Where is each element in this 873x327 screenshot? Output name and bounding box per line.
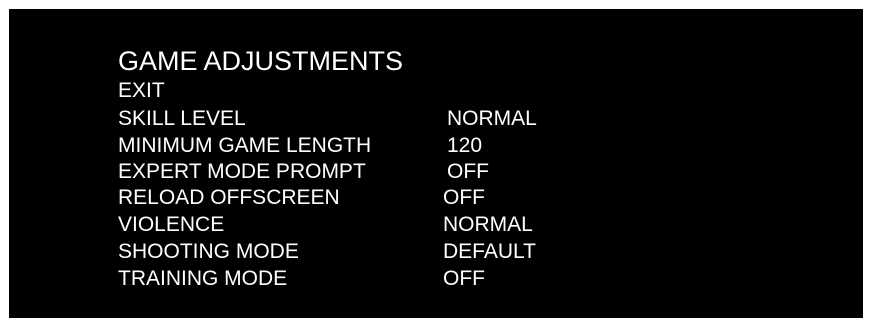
menu-item-skill-level[interactable]: SKILL LEVEL NORMAL [9, 106, 863, 131]
menu-item-value: DEFAULT [443, 240, 536, 263]
menu-item-value: OFF [447, 160, 489, 183]
menu-item-exit[interactable]: EXIT [9, 78, 863, 103]
menu-item-label: EXIT [118, 79, 165, 102]
menu-title: GAME ADJUSTMENTS [118, 46, 404, 76]
menu-item-label: EXPERT MODE PROMPT [118, 160, 366, 183]
menu-item-violence[interactable]: VIOLENCE NORMAL [9, 212, 863, 237]
menu-item-label: VIOLENCE [118, 213, 225, 236]
menu-item-reload-offscreen[interactable]: RELOAD OFFSCREEN OFF [9, 185, 863, 210]
menu-item-shooting-mode[interactable]: SHOOTING MODE DEFAULT [9, 239, 863, 264]
menu-item-minimum-game-length[interactable]: MINIMUM GAME LENGTH 120 [9, 133, 863, 158]
menu-item-label: MINIMUM GAME LENGTH [118, 134, 372, 157]
game-adjustments-screen: GAME ADJUSTMENTS EXIT SKILL LEVEL NORMAL… [9, 9, 863, 318]
menu-item-expert-mode-prompt[interactable]: EXPERT MODE PROMPT OFF [9, 159, 863, 184]
menu-item-value: OFF [443, 267, 485, 290]
menu-item-value: OFF [443, 186, 485, 209]
menu-item-value: NORMAL [447, 107, 537, 130]
menu-item-label: SKILL LEVEL [118, 107, 246, 130]
menu-item-label: RELOAD OFFSCREEN [118, 186, 340, 209]
menu-item-label: SHOOTING MODE [118, 240, 299, 263]
menu-item-value: NORMAL [443, 213, 533, 236]
menu-item-training-mode[interactable]: TRAINING MODE OFF [9, 266, 863, 291]
menu-item-label: TRAINING MODE [118, 267, 288, 290]
menu-item-value: 120 [447, 134, 483, 157]
